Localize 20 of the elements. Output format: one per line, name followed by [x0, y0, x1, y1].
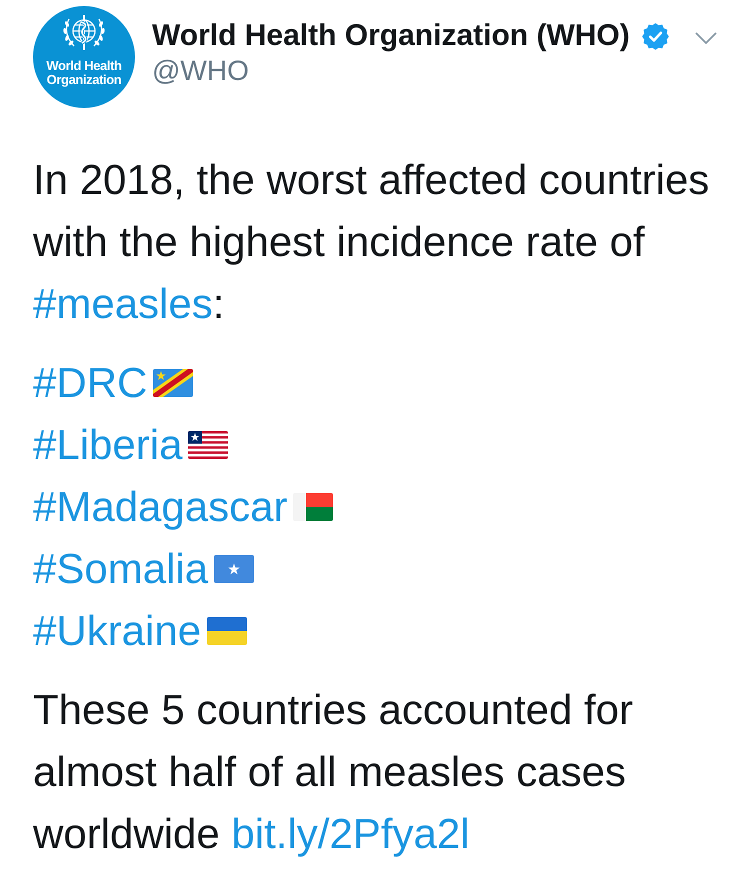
logo-text: World Health [46, 59, 122, 73]
account-name: World Health Organization (WHO) [152, 18, 630, 54]
hashtag-link[interactable]: #measles [33, 280, 213, 327]
chevron-icon[interactable] [695, 32, 717, 44]
tweet-text: These 5 countries accounted for almost half of all measles cases worldwide bit.ly/2Pfya2l [33, 685, 634, 859]
flag-icon [214, 555, 254, 583]
avatar[interactable]: World Health Organization [33, 6, 135, 108]
logo-text: Organization [46, 73, 122, 87]
hashtag-link[interactable]: #Ukraine [33, 600, 202, 662]
hashtag-link[interactable]: #Somalia [33, 538, 208, 600]
hashtag-link[interactable]: #Madagascar [33, 476, 288, 538]
flag-icon [153, 369, 194, 397]
hashtag-link[interactable]: #Liberia [33, 414, 182, 476]
hashtag-link[interactable]: #DRC [33, 352, 148, 414]
account-handle: @WHO [152, 54, 250, 88]
tweet-text: In 2018, the worst affected countries with the highest incidence rate of #measles: [33, 155, 710, 329]
flag-icon [207, 617, 248, 645]
flag-icon [188, 431, 228, 459]
flag-icon [293, 493, 334, 521]
url-link[interactable]: bit.ly/2Pfya2l [231, 810, 470, 857]
